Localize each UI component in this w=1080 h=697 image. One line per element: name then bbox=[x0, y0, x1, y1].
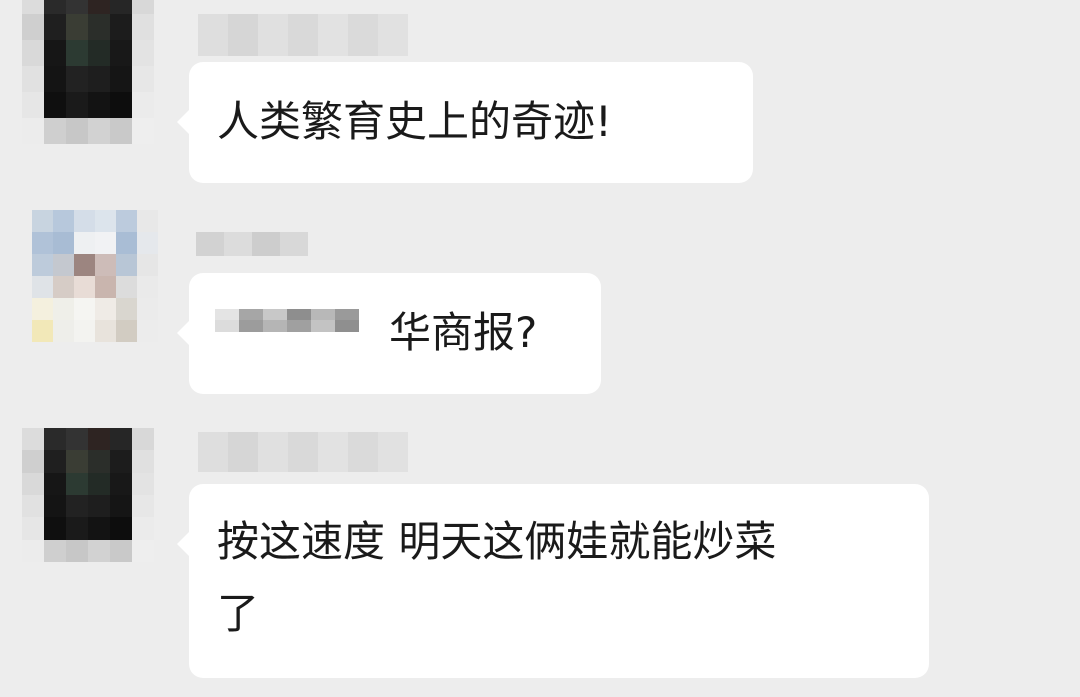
message-text: 按这速度 明天这俩娃就能炒菜 了 bbox=[217, 517, 777, 638]
message-bubble[interactable]: 按这速度 明天这俩娃就能炒菜 了 bbox=[177, 484, 929, 678]
message-bubble[interactable]: 人类繁育史上的奇迹! bbox=[177, 62, 753, 183]
sender-name bbox=[196, 232, 308, 256]
sender-name bbox=[198, 432, 408, 472]
message-text: 华商报? bbox=[389, 308, 538, 357]
avatar[interactable] bbox=[32, 210, 158, 342]
avatar[interactable] bbox=[22, 0, 154, 144]
message-text: 人类繁育史上的奇迹! bbox=[217, 97, 612, 146]
message-bubble[interactable]: 华商报? bbox=[177, 273, 601, 394]
avatar[interactable] bbox=[22, 428, 154, 562]
sender-name bbox=[198, 14, 408, 56]
redacted-content bbox=[215, 308, 359, 355]
